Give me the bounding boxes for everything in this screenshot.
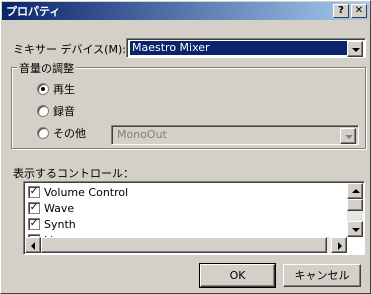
mixer-device-dropdown[interactable]: Maestro Mixer (126, 38, 366, 58)
chevron-down-icon (352, 48, 360, 52)
radio-other-label: その他 (53, 127, 86, 140)
other-device-value: MonoOut (117, 128, 167, 141)
other-device-dropdown: MonoOut (111, 125, 359, 145)
list-item-label: Synth (44, 217, 76, 231)
mixer-device-label: ミキサー デバイス(M): (13, 43, 126, 56)
vertical-scrollbar[interactable] (347, 183, 363, 237)
radio-playback[interactable]: 再生 (37, 81, 75, 97)
help-button[interactable]: ? (333, 4, 349, 18)
radio-circle (37, 83, 49, 95)
title-bar[interactable]: プロパティ ? ✕ (2, 2, 369, 20)
volume-adjust-title: 音量の調整 (17, 60, 76, 76)
window-title: プロパティ (6, 5, 61, 18)
arrow-up-icon (352, 189, 360, 193)
mixer-dropdown-button[interactable] (347, 41, 363, 57)
horizontal-scrollbar[interactable] (25, 237, 347, 253)
arrow-left-icon (31, 242, 35, 250)
list-item-label: Volume Control (44, 185, 129, 199)
radio-playback-label: 再生 (53, 83, 75, 96)
close-icon: ✕ (354, 5, 364, 16)
radio-dot (41, 87, 45, 91)
cancel-button[interactable]: キャンセル (283, 264, 361, 287)
mixer-device-value: Maestro Mixer (130, 41, 347, 55)
list-item[interactable]: ✓ Wave (28, 200, 74, 216)
close-button[interactable]: ✕ (351, 4, 367, 18)
hscroll-thumb[interactable] (41, 237, 327, 253)
radio-recording[interactable]: 録音 (37, 103, 75, 119)
controls-label: 表示するコントロール： (13, 167, 134, 180)
scroll-down-button[interactable] (347, 221, 363, 237)
chevron-down-icon (345, 135, 353, 139)
radio-circle (37, 127, 49, 139)
arrow-down-icon (352, 228, 360, 232)
other-dropdown-button (340, 128, 356, 144)
list-item[interactable]: ✓ Volume Control (28, 184, 128, 200)
arrow-right-icon (338, 242, 342, 250)
checkbox-checked-icon[interactable]: ✓ (28, 202, 40, 214)
list-item[interactable]: ✓ Synth (28, 216, 76, 232)
checkbox-checked-icon[interactable]: ✓ (28, 218, 40, 230)
controls-listbox[interactable]: ✓ Volume Control ✓ Wave ✓ Synth Line (23, 181, 365, 255)
scroll-thumb[interactable] (347, 199, 363, 211)
radio-circle (37, 105, 49, 117)
properties-dialog: プロパティ ? ✕ ミキサー デバイス(M): Maestro Mixer 音量… (0, 0, 371, 294)
scroll-up-button[interactable] (347, 183, 363, 199)
ok-button[interactable]: OK (199, 263, 276, 288)
scroll-right-button[interactable] (331, 237, 347, 253)
list-item-label: Wave (44, 201, 75, 215)
radio-recording-label: 録音 (53, 105, 75, 118)
checkbox-checked-icon[interactable]: ✓ (28, 186, 40, 198)
scroll-left-button[interactable] (25, 237, 41, 253)
radio-other[interactable]: その他 (37, 125, 86, 141)
